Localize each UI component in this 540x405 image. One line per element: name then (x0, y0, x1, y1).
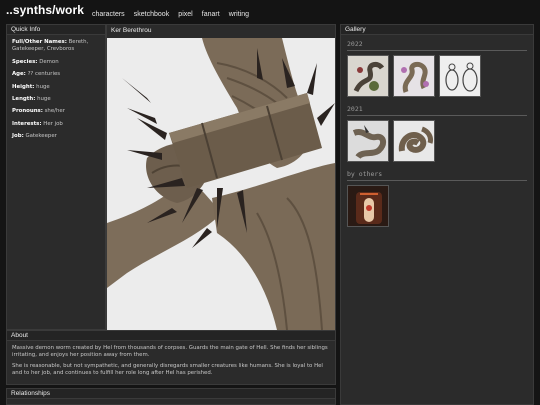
gallery-thumbs-by-others (347, 185, 527, 227)
worm-purple-thumb[interactable] (393, 55, 435, 97)
worm-sketch-thumb[interactable] (347, 55, 389, 97)
worm-coil-thumb[interactable] (393, 120, 435, 162)
artwork-viewer: Ker Berethrou (106, 24, 336, 330)
quick-info-label: Height: (12, 83, 35, 90)
quick-info-value: Gatekeeper (25, 133, 57, 140)
gallery-year-label: by others (347, 170, 527, 181)
about-panel: About Massive demon worm created by Hel … (6, 330, 336, 385)
demon-worm-illustration (107, 38, 335, 330)
quick-info-label: Species: (12, 58, 38, 65)
quick-info-label: Length: (12, 96, 36, 103)
quick-info-pronouns: Pronouns: she/her (12, 108, 100, 115)
main-nav: characters sketchbook pixel fanart writi… (92, 1, 253, 20)
site-title[interactable]: ..synths/work (6, 3, 84, 17)
quick-info-height: Height: huge (12, 84, 100, 91)
quick-info-interests: Interests: Her job (12, 121, 100, 128)
quick-info-length: Length: huge (12, 96, 100, 103)
gallery-panel: Gallery 2022 2021 by others (340, 24, 534, 405)
quick-info-label: Full/Other Names: (12, 39, 67, 45)
nav-writing[interactable]: writing (229, 11, 249, 18)
about-heading: About (7, 331, 335, 341)
quick-info-job: Job: Gatekeeper (12, 133, 100, 140)
quick-info-species: Species: Demon (12, 59, 100, 66)
gallery-heading: Gallery (341, 25, 533, 35)
quick-info-label: Interests: (12, 120, 42, 127)
quick-info-heading: Quick Info (7, 25, 105, 35)
quick-info-age: Age: ?? centuries (12, 71, 100, 78)
quick-info-list: Full/Other Names: Bereth, Gatekeeper, Cr… (7, 35, 105, 150)
quick-info-value: ?? centuries (27, 71, 61, 78)
quick-info-label: Job: (12, 133, 24, 140)
quick-info-panel: Quick Info Full/Other Names: Bereth, Gat… (6, 24, 106, 330)
about-body: Massive demon worm created by Hel from t… (7, 341, 335, 385)
nav-pixel[interactable]: pixel (178, 11, 192, 18)
gallery-year-label: 2021 (347, 105, 527, 116)
quick-info-value: huge (36, 83, 50, 90)
gallery-thumbs-2022 (347, 55, 527, 97)
artwork-title: Ker Berethrou (111, 27, 152, 34)
worm-grey-thumb[interactable] (347, 120, 389, 162)
quick-info-value: Demon (39, 58, 59, 65)
nav-sketchbook[interactable]: sketchbook (134, 11, 169, 18)
gallery-thumbs-2021 (347, 120, 527, 162)
quick-info-value: she/her (44, 108, 65, 115)
quick-info-label: Pronouns: (12, 108, 43, 115)
figures-sketch-thumb[interactable] (439, 55, 481, 97)
relationships-panel: Relationships (6, 388, 336, 405)
quick-info-value: Her job (43, 120, 63, 127)
nav-characters[interactable]: characters (92, 11, 125, 18)
fanart-gate-thumb[interactable] (347, 185, 389, 227)
quick-info-names: Full/Other Names: Bereth, Gatekeeper, Cr… (12, 39, 100, 54)
quick-info-label: Age: (12, 71, 26, 78)
top-bar: ..synths/work characters sketchbook pixe… (0, 0, 540, 20)
nav-fanart[interactable]: fanart (202, 11, 220, 18)
quick-info-value: huge (37, 96, 51, 103)
about-paragraph: She is reasonable, but not sympathetic, … (12, 363, 323, 376)
relationships-heading[interactable]: Relationships (7, 389, 335, 399)
about-paragraph: Massive demon worm created by Hel from t… (12, 345, 328, 358)
gallery-year-label: 2022 (347, 40, 527, 51)
artwork-image[interactable] (107, 38, 335, 330)
